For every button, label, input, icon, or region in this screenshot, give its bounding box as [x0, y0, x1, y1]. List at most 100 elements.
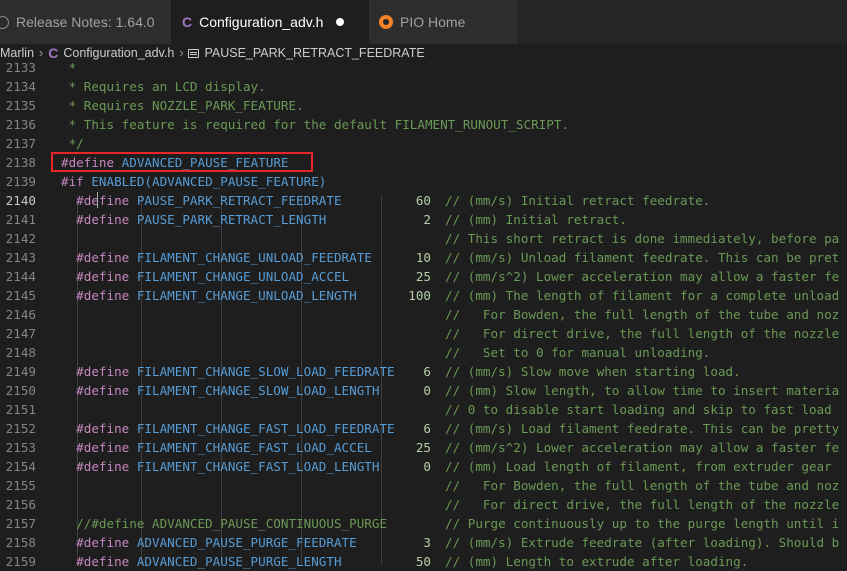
inline-comment: // (mm) Load length of filament, from ex… — [445, 459, 832, 474]
code-line: 2136 * This feature is required for the … — [0, 115, 847, 134]
macro-value: 10 — [415, 250, 431, 265]
macro-name: FILAMENT_CHANGE_SLOW_LOAD_LENGTH — [136, 383, 380, 398]
code-editor[interactable]: 2133 * 2134 * Requires an LCD display. 213… — [0, 60, 847, 569]
preprocessor-directive: #define — [61, 193, 137, 208]
tab-configuration-adv[interactable]: C Configuration_adv.h — [172, 0, 369, 44]
code-text: #if ENABLED(ADVANCED_PAUSE_FEATURE) — [61, 172, 326, 191]
inline-comment: // (mm/s) Load filament feedrate. This c… — [445, 421, 840, 436]
preprocessor-directive: #define — [61, 535, 137, 550]
code-text: #define PAUSE_PARK_RETRACT_FEEDRATE — [61, 191, 342, 210]
line-number: 2158 — [5, 535, 36, 550]
code-text: #define FILAMENT_CHANGE_UNLOAD_LENGTH — [61, 286, 357, 305]
line-number: 2149 — [5, 364, 36, 379]
code-line: 2155 // For Bowden, the full length of th… — [0, 476, 847, 495]
macro-value: 0 — [423, 383, 431, 398]
line-number: 2147 — [5, 326, 36, 341]
code-line: 2159 #define ADVANCED_PAUSE_PURGE_LENGTH… — [0, 552, 847, 571]
preprocessor-directive: #define — [61, 440, 137, 455]
inline-comment: // (mm) Slow length, to allow time to in… — [445, 383, 840, 398]
tab-label: Release Notes: 1.64.0 — [16, 14, 155, 30]
code-line: 2143 #define FILAMENT_CHANGE_UNLOAD_FEED… — [0, 248, 847, 267]
macro-value: 3 — [423, 535, 431, 550]
code-text: #define ADVANCED_PAUSE_PURGE_FEEDRATE — [61, 533, 357, 552]
tab-pio-home[interactable]: PIO Home — [369, 0, 519, 44]
line-number: 2134 — [5, 79, 36, 94]
line-number: 2140 — [5, 193, 36, 208]
highlight-box — [51, 152, 313, 172]
macro-value: 50 — [415, 554, 431, 569]
line-number: 2142 — [5, 231, 36, 246]
code-line: 2146 // For Bowden, the full length of th… — [0, 305, 847, 324]
comment-text: */ — [61, 136, 84, 151]
c-file-icon: C — [182, 14, 193, 30]
line-number: 2159 — [5, 554, 36, 569]
macro-name: FILAMENT_CHANGE_UNLOAD_FEEDRATE — [136, 250, 372, 265]
macro-name: PAUSE_PARK_RETRACT_FEEDRATE — [136, 193, 342, 208]
code-line: 2137 */ — [0, 134, 847, 153]
code-line: 2141 #define PAUSE_PARK_RETRACT_LENGTH 2 /… — [0, 210, 847, 229]
comment-text: * — [61, 60, 77, 75]
comment-text: * Requires NOZZLE_PARK_FEATURE. — [61, 98, 304, 113]
code-line: 2153 #define FILAMENT_CHANGE_FAST_LOAD_A… — [0, 438, 847, 457]
symbol-constant-icon — [188, 48, 200, 58]
preprocessor-directive: #define — [61, 269, 137, 284]
inline-comment: // (mm/s) Slow move when starting load. — [445, 364, 741, 379]
macro-value: 25 — [415, 269, 431, 284]
macro-value: 100 — [408, 288, 431, 303]
line-number: 2154 — [5, 459, 36, 474]
macro-value: 6 — [423, 421, 431, 436]
line-number: 2150 — [5, 383, 36, 398]
inline-comment: // (mm/s^2) Lower acceleration may allow… — [445, 269, 840, 284]
code-text: #define FILAMENT_CHANGE_UNLOAD_FEEDRATE — [61, 248, 372, 267]
macro-name: ADVANCED_PAUSE_PURGE_LENGTH — [136, 554, 342, 569]
line-number: 2135 — [5, 98, 36, 113]
inline-comment: // For direct drive, the full length of … — [445, 497, 840, 512]
inline-comment: // (mm) Initial retract. — [445, 212, 627, 227]
inline-comment: // (mm/s^2) Lower acceleration may allow… — [445, 440, 840, 455]
code-line: 2135 * Requires NOZZLE_PARK_FEATURE. — [0, 96, 847, 115]
code-line: 2148 // Set to 0 for manual unloading. — [0, 343, 847, 362]
inline-comment: // (mm/s) Initial retract feedrate. — [445, 193, 711, 208]
preprocessor-directive: #define — [61, 364, 137, 379]
code-line: 2157 //#define ADVANCED_PAUSE_CONTINUOUS… — [0, 514, 847, 533]
code-line: 2152 #define FILAMENT_CHANGE_FAST_LOAD_F… — [0, 419, 847, 438]
code-text: #define PAUSE_PARK_RETRACT_LENGTH — [61, 210, 326, 229]
macro-name: ADVANCED_PAUSE_PURGE_FEEDRATE — [136, 535, 357, 550]
line-number: 2141 — [5, 212, 36, 227]
line-number: 2148 — [5, 345, 36, 360]
info-icon — [0, 15, 9, 29]
macro-value: 2 — [423, 212, 431, 227]
inline-comment: // 0 to disable start loading and skip t… — [445, 402, 832, 417]
code-line: 2151 // 0 to disable start loading and sk… — [0, 400, 847, 419]
unsaved-dot-icon[interactable] — [336, 18, 345, 26]
code-line: 2140 #define PAUSE_PARK_RETRACT_FEEDRATE… — [0, 191, 847, 210]
macro-value: 6 — [423, 364, 431, 379]
preprocessor-directive: #define — [61, 459, 137, 474]
line-number: 2145 — [5, 288, 36, 303]
macro-name: FILAMENT_CHANGE_UNLOAD_LENGTH — [136, 288, 357, 303]
macro-value: 0 — [423, 459, 431, 474]
inline-comment: // Purge continuously up to the purge le… — [445, 516, 840, 531]
preprocessor-directive: #define — [61, 383, 137, 398]
line-number: 2133 — [5, 60, 36, 75]
code-text: #define ADVANCED_PAUSE_PURGE_LENGTH — [61, 552, 342, 571]
code-line: 2139 #if ENABLED(ADVANCED_PAUSE_FEATURE) — [0, 172, 847, 191]
macro-value: 25 — [415, 440, 431, 455]
tab-label: PIO Home — [400, 14, 466, 30]
line-number: 2138 — [5, 155, 36, 170]
line-number: 2137 — [5, 136, 36, 151]
macro-name: FILAMENT_CHANGE_FAST_LOAD_LENGTH — [136, 459, 380, 474]
code-text: #define FILAMENT_CHANGE_SLOW_LOAD_LENGTH — [61, 381, 379, 400]
tab-label: Configuration_adv.h — [199, 14, 324, 30]
line-number: 2155 — [5, 478, 36, 493]
inline-comment: // For direct drive, the full length of … — [445, 326, 840, 341]
code-text: #define FILAMENT_CHANGE_FAST_LOAD_LENGTH — [61, 457, 379, 476]
macro-name: FILAMENT_CHANGE_FAST_LOAD_FEEDRATE — [136, 421, 395, 436]
tab-bar: Release Notes: 1.64.0 C Configuration_ad… — [0, 0, 847, 44]
tab-release-notes[interactable]: Release Notes: 1.64.0 — [0, 0, 172, 44]
preprocessor-directive: #define — [61, 212, 137, 227]
line-number: 2139 — [5, 174, 36, 189]
comment-text: * This feature is required for the defau… — [61, 117, 569, 132]
platformio-icon — [379, 15, 393, 29]
macro-name: ENABLED(ADVANCED_PAUSE_FEATURE) — [91, 174, 327, 189]
